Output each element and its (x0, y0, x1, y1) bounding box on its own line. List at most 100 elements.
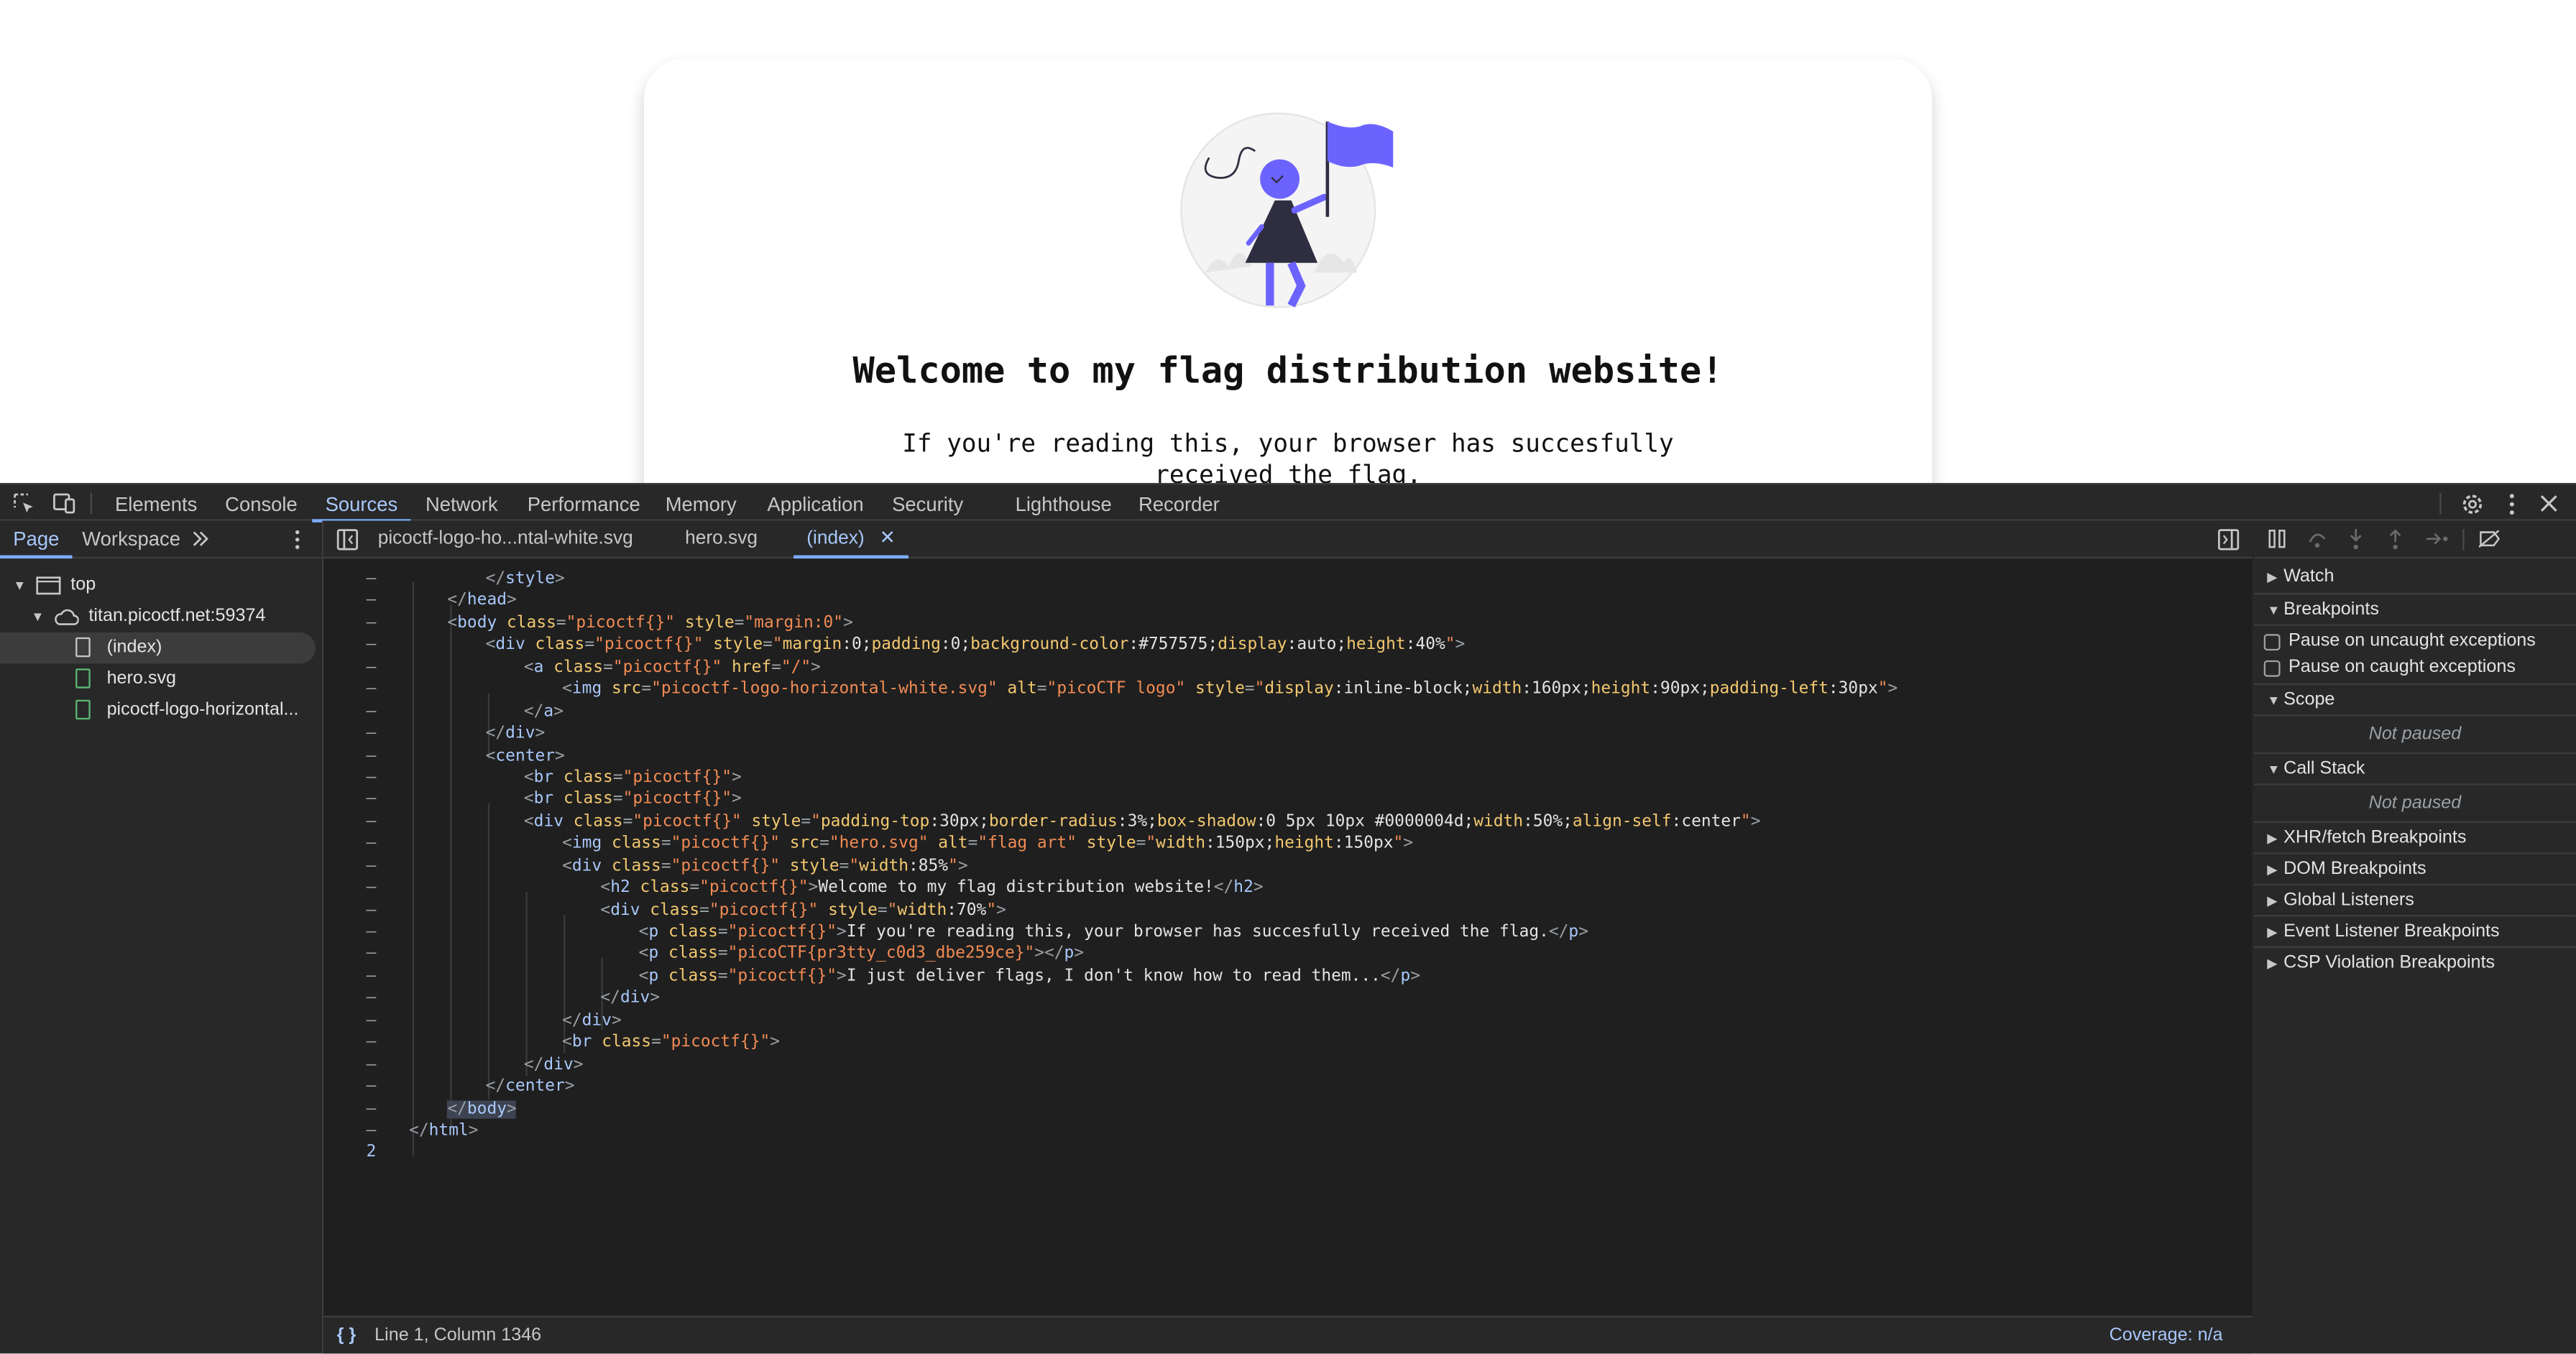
tab-performance[interactable]: Performance (528, 484, 640, 520)
code-text: <br class="picoctf{}"> (523, 791, 742, 809)
expand-arrow-icon: ▼ (2267, 602, 2281, 618)
code-text: </center> (485, 1077, 575, 1096)
code-text: <center> (485, 746, 565, 765)
line-gutter-marker[interactable]: – (360, 833, 383, 855)
line-gutter-marker[interactable]: – (360, 789, 383, 811)
tree-item-logo-svg[interactable]: picoctf-logo-horizontal... (0, 695, 322, 726)
code-text: </html> (409, 1121, 479, 1141)
tab-application[interactable]: Application (767, 484, 863, 520)
line-gutter-marker[interactable]: – (360, 701, 383, 723)
line-gutter-marker[interactable]: – (360, 1054, 383, 1077)
line-gutter-marker[interactable]: – (360, 591, 383, 613)
section-csp-breakpoints[interactable]: ▶ CSP Violation Breakpoints (2253, 946, 2576, 980)
devtools-main-tabbar: Elements Console Sources Network Perform… (0, 482, 2576, 522)
line-gutter-marker[interactable]: – (360, 1098, 383, 1120)
pause-caught-checkbox[interactable] (2263, 660, 2281, 677)
line-gutter-marker[interactable]: – (360, 987, 383, 1010)
collapse-arrow-icon: ▶ (2267, 924, 2278, 940)
tab-elements[interactable]: Elements (115, 484, 197, 520)
page-heading: Welcome to my flag distribution website! (852, 351, 1724, 393)
editor-tab-hero-svg[interactable]: hero.svg (685, 521, 758, 557)
code-text: <div class="picoctf{}" style="padding-to… (523, 812, 1761, 832)
pause-uncaught-checkbox[interactable] (2263, 634, 2281, 651)
code-text: <body class="picoctf{}" style="margin:0"… (447, 614, 853, 632)
line-gutter-marker[interactable]: – (360, 921, 383, 944)
tab-page[interactable]: Page (0, 521, 73, 559)
line-gutter-marker[interactable]: – (360, 767, 383, 789)
line-gutter-marker[interactable]: 2 (360, 1142, 383, 1164)
deactivate-breakpoints-icon[interactable] (2478, 529, 2502, 548)
line-gutter-marker[interactable]: – (360, 1120, 383, 1143)
tab-memory[interactable]: Memory (666, 484, 737, 520)
section-watch[interactable]: ▶ Watch (2254, 562, 2576, 593)
editor-tab-index[interactable]: (index) ✕ (793, 521, 908, 559)
tab-recorder[interactable]: Recorder (1138, 484, 1220, 520)
expand-arrow-icon[interactable]: ▼ (13, 570, 26, 601)
tree-item-index[interactable]: (index) (0, 632, 316, 664)
section-label: Call Stack (2283, 758, 2365, 779)
pretty-print-icon[interactable]: { } (337, 1317, 356, 1353)
pause-icon[interactable] (2267, 529, 2286, 548)
image-file-icon (75, 668, 91, 688)
line-gutter-marker[interactable]: – (360, 568, 383, 591)
line-gutter-marker[interactable]: – (360, 855, 383, 878)
section-scope[interactable]: ▼ Scope (2253, 683, 2576, 717)
line-gutter-marker[interactable]: – (360, 723, 383, 745)
line-gutter-marker[interactable]: – (360, 678, 383, 701)
line-gutter-marker[interactable]: – (360, 657, 383, 679)
tab-network[interactable]: Network (426, 484, 498, 520)
code-line: – <img class="picoctf{}" src="hero.svg" a… (323, 833, 2252, 855)
close-tab-icon[interactable]: ✕ (880, 529, 896, 548)
device-toolbar-icon[interactable] (52, 493, 75, 515)
line-gutter-marker[interactable]: – (360, 612, 383, 635)
more-tabs-chevron-icon[interactable] (190, 529, 210, 548)
tree-item-hero-svg[interactable]: hero.svg (0, 663, 322, 694)
navigator-menu-icon[interactable] (289, 529, 305, 551)
code-line: – </body> (323, 1098, 2252, 1120)
tab-security[interactable]: Security (892, 484, 963, 520)
section-breakpoints[interactable]: ▼ Breakpoints (2253, 593, 2576, 626)
inspect-element-icon[interactable] (13, 493, 34, 515)
code-view[interactable]: – </style> – </head> – <body class="picoctf{}… (323, 568, 2252, 1164)
line-gutter-marker[interactable]: – (360, 1076, 383, 1098)
tree-item-host[interactable]: ▼ titan.picoctf.net:59374 (0, 602, 322, 632)
tree-item-top[interactable]: ▼ top (0, 570, 322, 601)
expand-arrow-icon[interactable]: ▼ (31, 602, 44, 632)
section-dom-breakpoints[interactable]: ▶ DOM Breakpoints (2253, 852, 2576, 885)
editor-tab-logo-svg[interactable]: picoctf-logo-ho...ntal-white.svg (378, 521, 633, 557)
tab-lighthouse[interactable]: Lighthouse (1016, 484, 1112, 520)
tab-sources[interactable]: Sources (312, 484, 411, 522)
collapse-arrow-icon: ▶ (2267, 570, 2278, 585)
line-gutter-marker[interactable]: – (360, 944, 383, 966)
line-gutter-marker[interactable]: – (360, 878, 383, 900)
code-line: – <br class="picoctf{}"> (323, 767, 2252, 789)
line-gutter-marker[interactable]: – (360, 966, 383, 988)
close-devtools-icon[interactable] (2540, 494, 2558, 512)
code-text: <p class="picoctf{}">I just deliver flag… (638, 967, 1421, 986)
line-gutter-marker[interactable]: – (360, 635, 383, 657)
code-text: <img src="picoctf-logo-horizontal-white.… (562, 680, 1898, 699)
line-gutter-marker[interactable]: – (360, 811, 383, 834)
line-gutter-marker[interactable]: – (360, 1032, 383, 1054)
toggle-debugger-icon[interactable] (2217, 529, 2240, 551)
line-gutter-marker[interactable]: – (360, 1010, 383, 1032)
code-line: – </head> (323, 591, 2252, 613)
code-text: </div> (523, 1055, 584, 1074)
section-call-stack[interactable]: ▼ Call Stack (2253, 752, 2576, 786)
section-global-listeners[interactable]: ▶ Global Listeners (2253, 883, 2576, 917)
more-options-icon[interactable] (2503, 493, 2520, 516)
line-gutter-marker[interactable]: – (360, 745, 383, 768)
line-gutter-marker[interactable]: – (360, 900, 383, 922)
tab-console[interactable]: Console (225, 484, 298, 520)
section-event-listener-breakpoints[interactable]: ▶ Event Listener Breakpoints (2253, 915, 2576, 948)
coverage-link[interactable]: Coverage: n/a (2110, 1317, 2223, 1353)
code-text: <br class="picoctf{}"> (562, 1033, 781, 1052)
tab-workspace[interactable]: Workspace (82, 521, 180, 557)
code-text: <div class="picoctf{}" style="width:70%"… (600, 901, 1006, 919)
toggle-navigator-icon[interactable] (336, 529, 359, 551)
settings-gear-icon[interactable] (2461, 493, 2484, 516)
image-file-icon (75, 699, 91, 720)
section-xhr-breakpoints[interactable]: ▶ XHR/fetch Breakpoints (2253, 821, 2576, 855)
code-line: – <h2 class="picoctf{}">Welcome to my fla… (323, 878, 2252, 900)
code-line: – </div> (323, 723, 2252, 745)
